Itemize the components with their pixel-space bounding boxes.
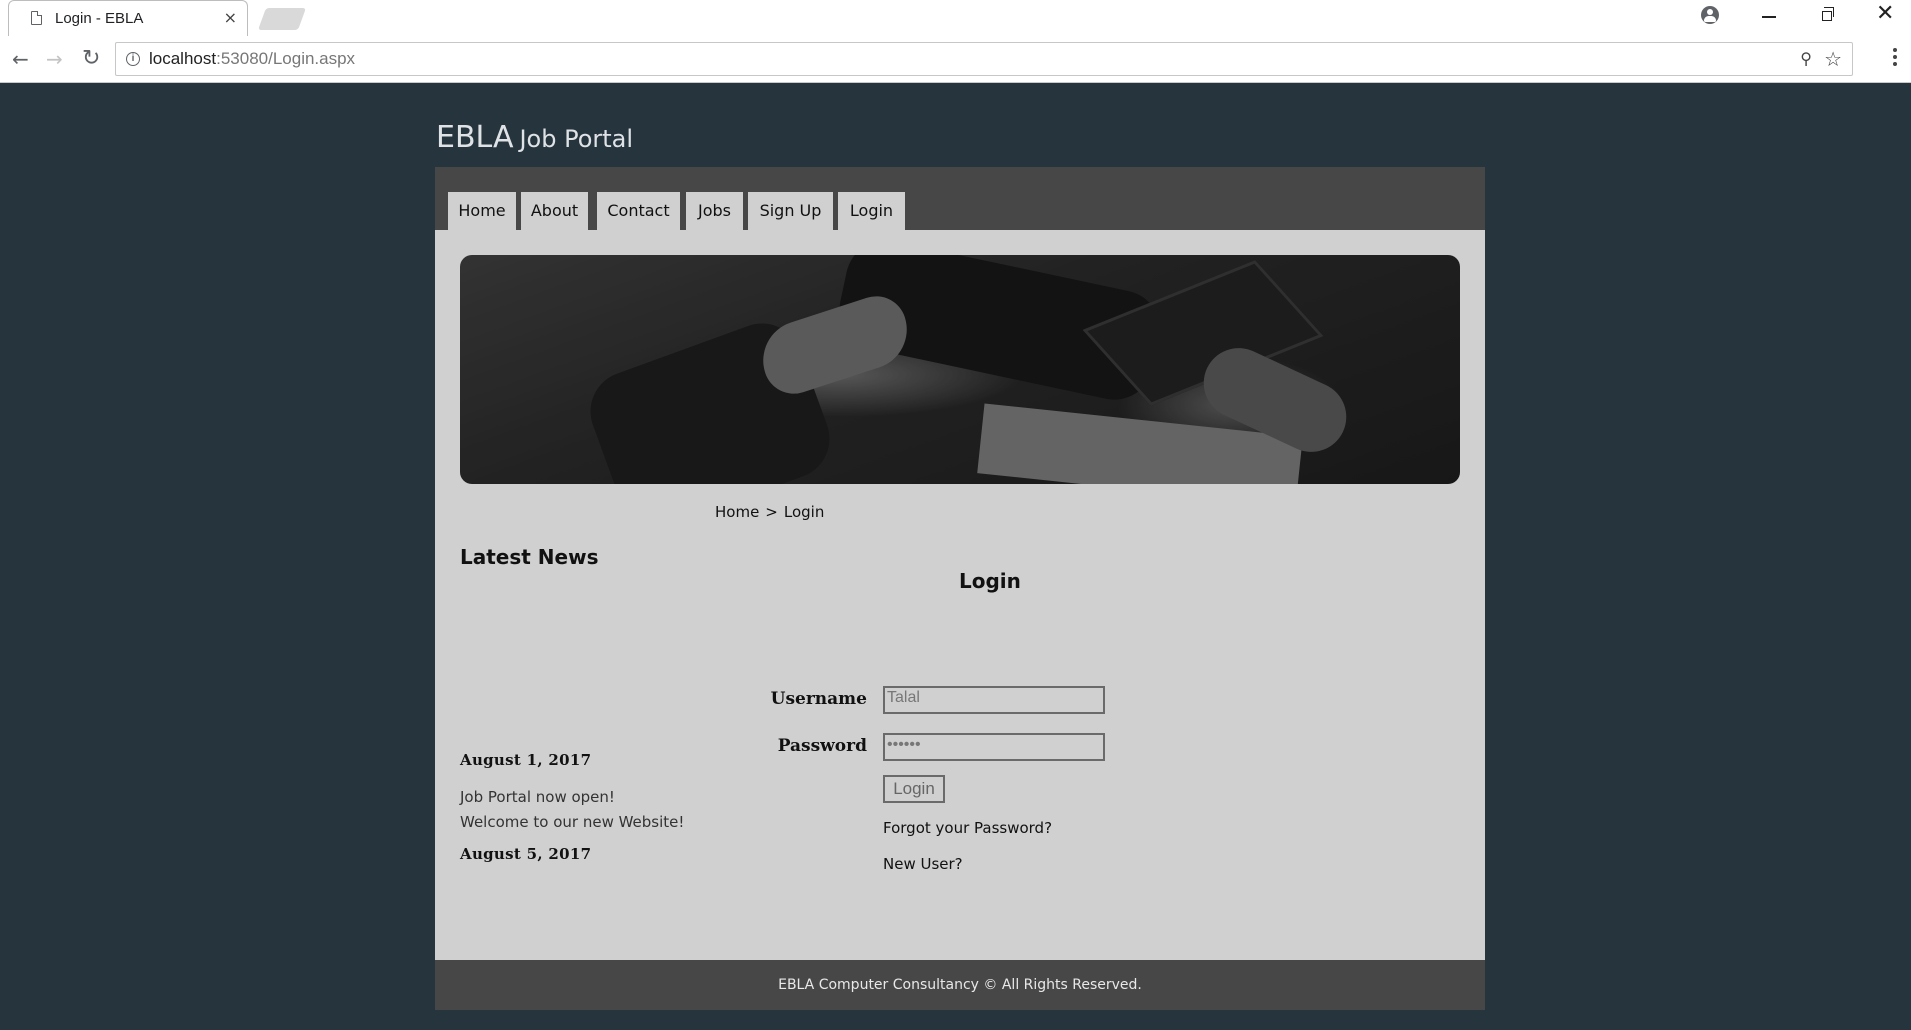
- nav-tab-about[interactable]: About: [521, 192, 588, 230]
- browser-menu-icon[interactable]: [1893, 48, 1897, 68]
- back-icon[interactable]: ←: [12, 48, 29, 70]
- minimize-icon[interactable]: [1762, 16, 1776, 18]
- footer: EBLA Computer Consultancy © All Rights R…: [435, 960, 1485, 1010]
- info-icon[interactable]: i: [126, 52, 140, 66]
- address-bar[interactable]: i localhost:53080/Login.aspx ⚲ ☆: [115, 42, 1853, 76]
- site-brand: EBLA Job Portal: [436, 120, 633, 155]
- tab-strip: Login - EBLA × ✕: [0, 0, 1911, 36]
- key-icon[interactable]: ⚲: [1800, 49, 1812, 68]
- main-content: Home > Login Latest News August 1, 2017 Jo…: [435, 230, 1485, 960]
- news-date: August 1, 2017: [460, 751, 592, 769]
- brand-main: EBLA: [436, 120, 514, 155]
- browser-toolbar: ← → ↻ i localhost:53080/Login.aspx ⚲ ☆: [0, 36, 1911, 82]
- new-tab-button[interactable]: [257, 8, 307, 30]
- nav-tab-contact[interactable]: Contact: [597, 192, 680, 230]
- page-icon: [31, 11, 42, 25]
- forgot-password-link[interactable]: Forgot your Password?: [883, 819, 1052, 837]
- profile-icon[interactable]: [1701, 6, 1719, 24]
- username-label: Username: [770, 689, 867, 709]
- tab-close-icon[interactable]: ×: [224, 8, 237, 28]
- news-line: Job Portal now open!: [460, 788, 615, 806]
- nav-tab-signup[interactable]: Sign Up: [748, 192, 833, 230]
- breadcrumb: Home > Login: [715, 503, 830, 521]
- bookmark-star-icon[interactable]: ☆: [1824, 47, 1842, 71]
- brand-sub: Job Portal: [519, 125, 634, 153]
- forward-icon[interactable]: →: [46, 48, 63, 70]
- url-path: :53080/Login.aspx: [216, 49, 356, 68]
- username-input[interactable]: Talal: [883, 686, 1105, 714]
- close-window-icon[interactable]: ✕: [1876, 2, 1894, 26]
- browser-chrome: Login - EBLA × ✕ ← → ↻ i localhost:53080…: [0, 0, 1911, 83]
- breadcrumb-current: Login: [783, 503, 825, 521]
- page-container: Home About Contact Jobs Sign Up Login Ho…: [435, 167, 1485, 1010]
- password-input[interactable]: ••••••: [883, 733, 1105, 761]
- news-title: Latest News: [460, 545, 599, 569]
- password-label: Password: [777, 736, 867, 756]
- nav-bar: Home About Contact Jobs Sign Up Login: [435, 167, 1485, 230]
- news-line: Welcome to our new Website!: [460, 813, 685, 831]
- breadcrumb-home[interactable]: Home: [715, 503, 759, 521]
- new-user-link[interactable]: New User?: [883, 855, 963, 873]
- url-text: localhost:53080/Login.aspx: [149, 49, 355, 69]
- news-date: August 5, 2017: [460, 845, 592, 863]
- tab-title: Login - EBLA: [55, 10, 144, 27]
- nav-tab-jobs[interactable]: Jobs: [686, 192, 743, 230]
- login-button[interactable]: Login: [883, 775, 945, 803]
- reload-icon[interactable]: ↻: [82, 48, 100, 70]
- nav-tab-home[interactable]: Home: [448, 192, 516, 230]
- browser-tab[interactable]: Login - EBLA ×: [8, 0, 248, 36]
- banner-image: [460, 255, 1460, 484]
- breadcrumb-separator: >: [765, 503, 778, 521]
- login-heading: Login: [959, 569, 1021, 593]
- url-host: localhost: [149, 49, 217, 68]
- restore-icon[interactable]: [1822, 7, 1834, 21]
- nav-tab-login[interactable]: Login: [838, 192, 905, 230]
